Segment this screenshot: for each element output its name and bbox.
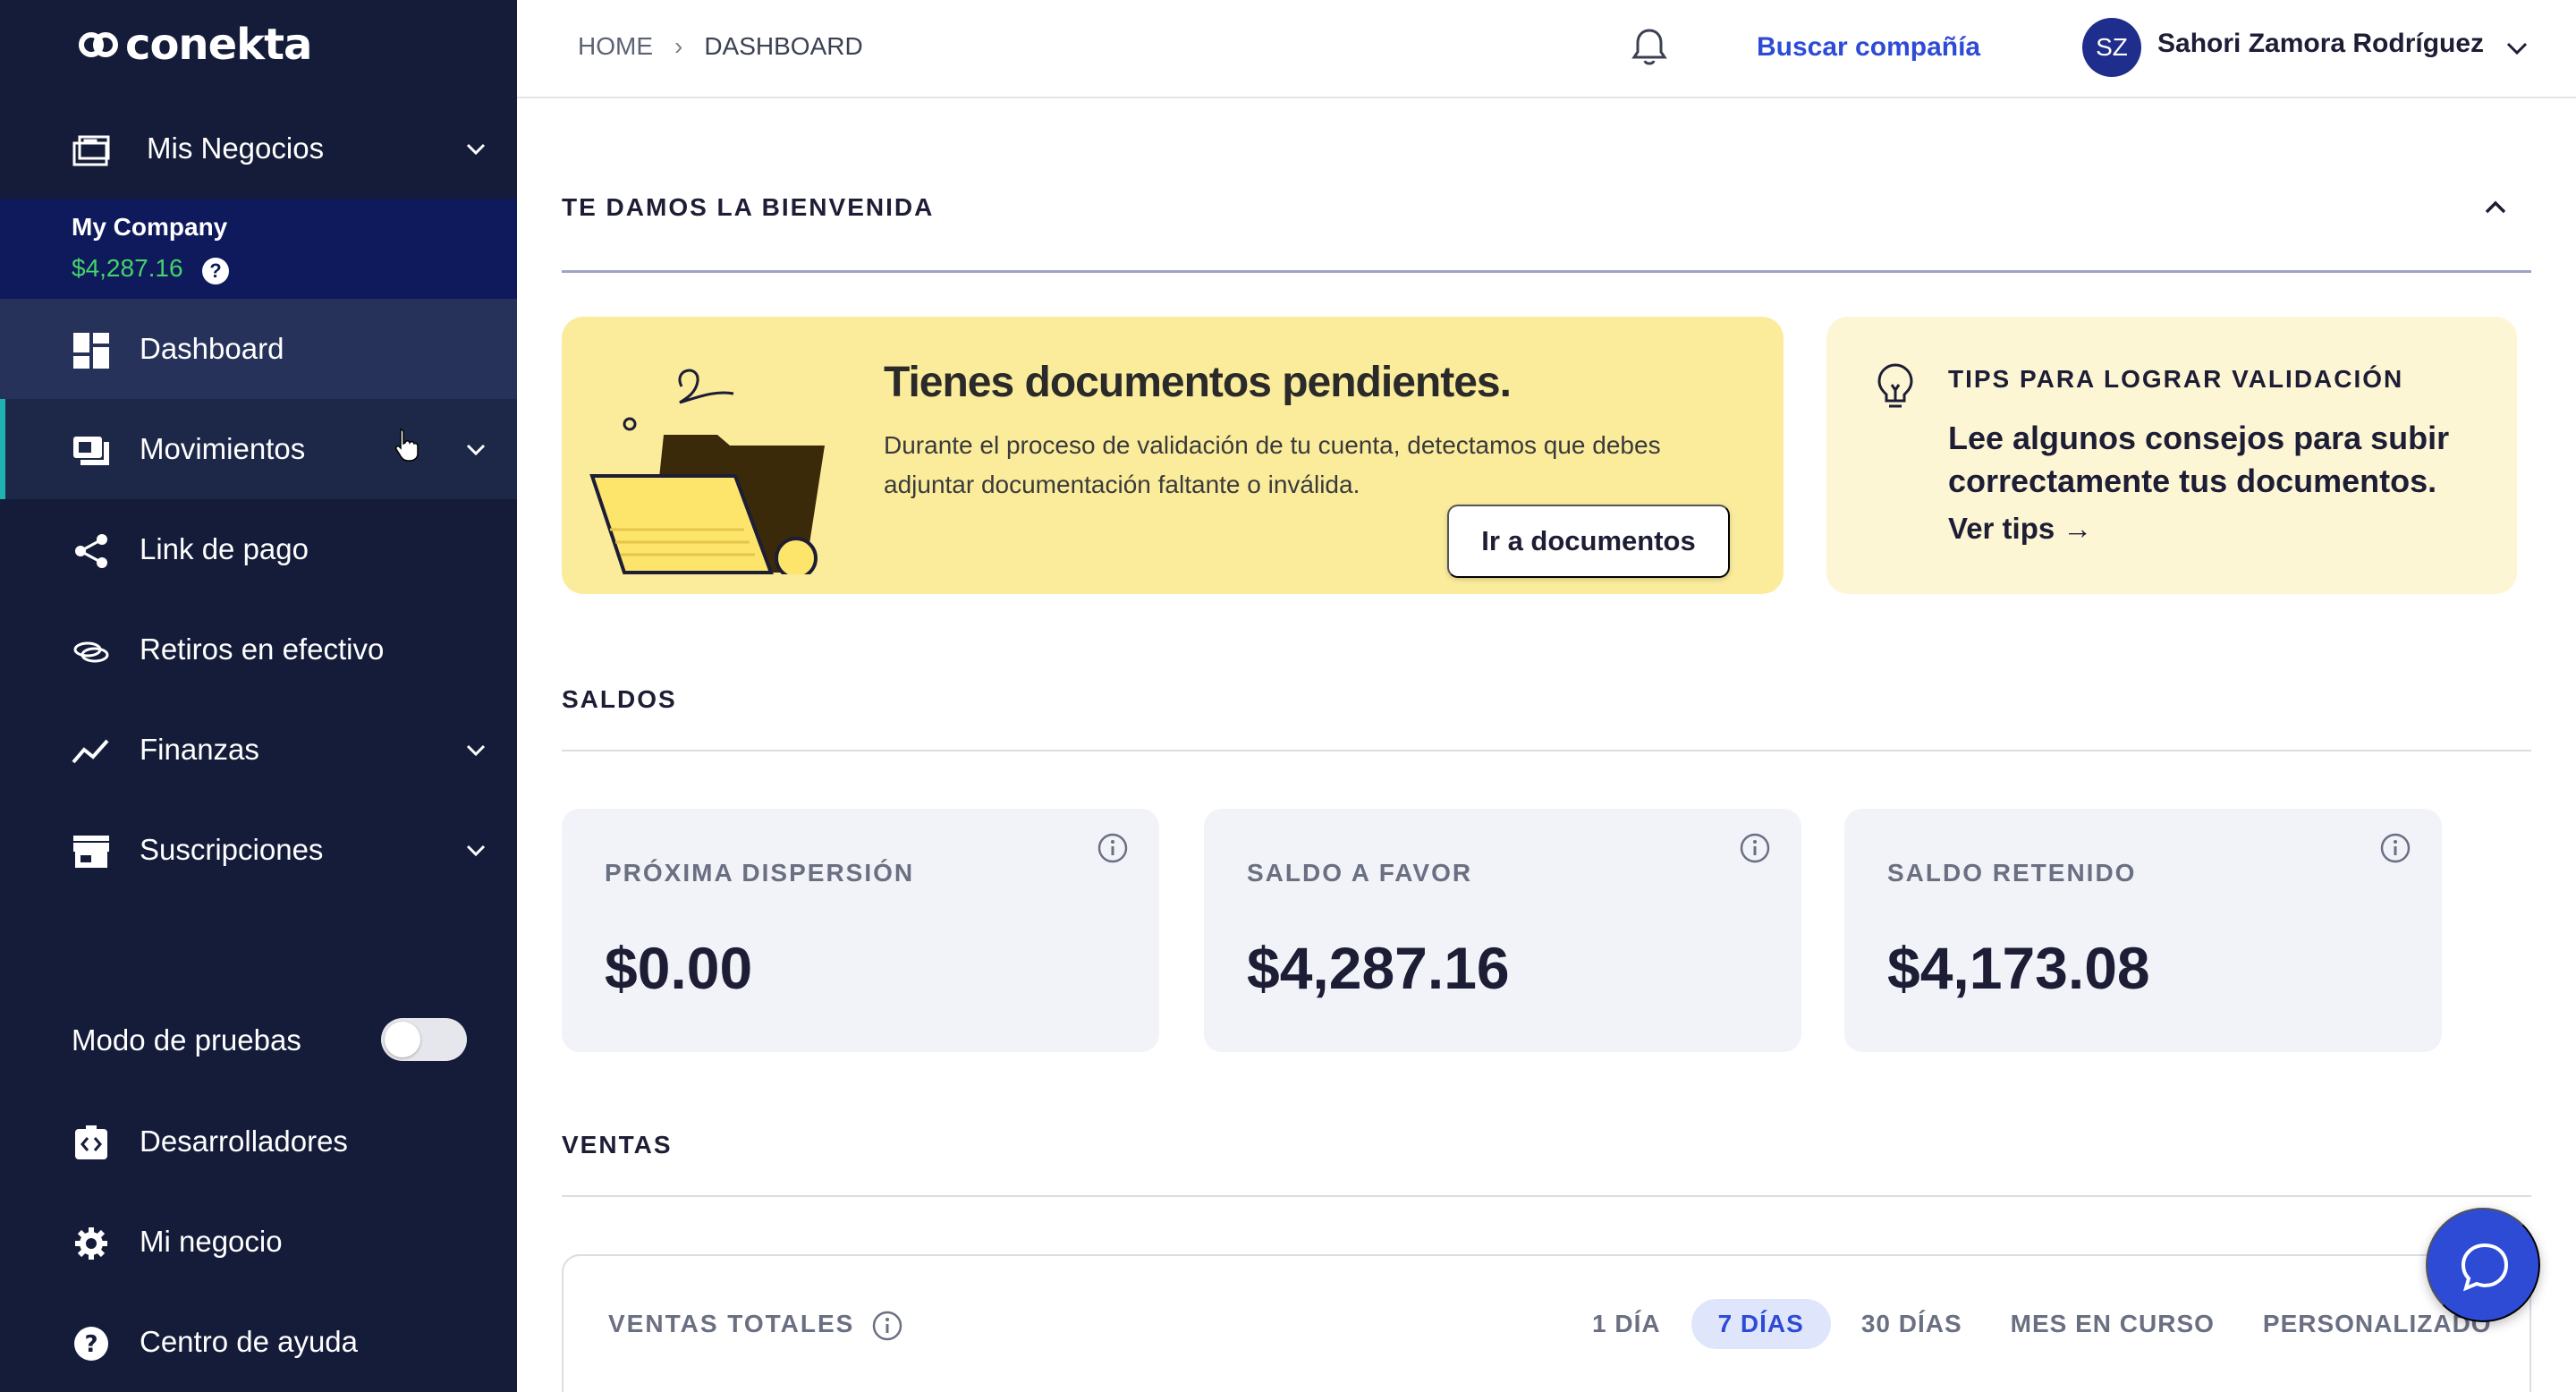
- sidebar-item-label: Centro de ayuda: [140, 1325, 359, 1358]
- chevron-up-icon[interactable]: [2479, 191, 2512, 224]
- movements-icon: [72, 433, 111, 469]
- help-icon[interactable]: ?: [202, 258, 229, 284]
- conekta-logo[interactable]: conekta: [77, 20, 312, 70]
- balance-label: PRÓXIMA DISPERSIÓN: [605, 859, 915, 887]
- balance-card-next-dispersion: PRÓXIMA DISPERSIÓN $0.00: [562, 809, 1159, 1052]
- saldos-divider: [562, 750, 2531, 751]
- sales-total-label: VENTAS TOTALES: [608, 1310, 855, 1337]
- sidebar: conekta Mis Negocios My Company $4,287.1…: [0, 0, 517, 1392]
- info-icon[interactable]: [871, 1310, 903, 1342]
- welcome-section-title: TE DAMOS LA BIENVENIDA: [562, 193, 935, 221]
- balance-card-saldo-a-favor: SALDO A FAVOR $4,287.16: [1204, 809, 1801, 1052]
- hand-cursor-icon: [395, 429, 419, 462]
- svg-text:?: ?: [84, 1331, 97, 1358]
- pending-title: Tienes documentos pendientes.: [884, 359, 1512, 406]
- breadcrumb-current: DASHBOARD: [704, 32, 863, 60]
- search-company-link[interactable]: Buscar compañía: [1757, 32, 1980, 63]
- info-icon[interactable]: [2379, 832, 2411, 864]
- balance-value: $4,287.16: [1247, 935, 1510, 1001]
- test-mode-toggle[interactable]: [381, 1018, 467, 1061]
- ventas-divider: [562, 1195, 2531, 1197]
- toggle-knob: [385, 1022, 420, 1057]
- chevron-down-icon[interactable]: [2501, 32, 2533, 64]
- balance-label: SALDO A FAVOR: [1247, 859, 1473, 887]
- sidebar-item-label: Finanzas: [140, 733, 259, 766]
- sidebar-item-mi-negocio[interactable]: Mi negocio: [0, 1192, 517, 1292]
- brand-name: conekta: [125, 20, 312, 70]
- sidebar-item-label: Retiros en efectivo: [140, 632, 385, 666]
- sidebar-item-label: Movimientos: [140, 432, 306, 465]
- company-balance: $4,287.16: [72, 254, 183, 282]
- dashboard-icon: [72, 333, 111, 369]
- top-bar: HOME › DASHBOARD Buscar compañía SZ Saho…: [517, 0, 2576, 98]
- go-to-documents-button[interactable]: Ir a documentos: [1447, 505, 1730, 578]
- sidebar-item-desarrolladores[interactable]: Desarrolladores: [0, 1091, 517, 1192]
- chevron-down-icon: [466, 444, 486, 456]
- user-name[interactable]: Sahori Zamora Rodríguez: [2157, 29, 2484, 59]
- balance-value: $0.00: [605, 935, 753, 1001]
- balance-value: $4,173.08: [1887, 935, 2150, 1001]
- sidebar-item-finanzas[interactable]: Finanzas: [0, 700, 517, 800]
- share-icon: [72, 533, 111, 569]
- chevron-down-icon: [466, 845, 486, 857]
- lightbulb-icon: [1877, 363, 1913, 408]
- sidebar-item-label: Suscripciones: [140, 833, 324, 866]
- period-30-dias[interactable]: 30 DÍAS: [1843, 1299, 1980, 1349]
- sidebar-item-centro-de-ayuda[interactable]: ? Centro de ayuda: [0, 1292, 517, 1392]
- cash-icon: [72, 633, 111, 669]
- chat-bubble-icon: [2461, 1243, 2509, 1292]
- breadcrumb-home[interactable]: HOME: [578, 32, 653, 61]
- chart-line-icon: [72, 734, 111, 769]
- code-icon: [72, 1125, 111, 1161]
- store-icon: [72, 834, 111, 870]
- period-selector: 1 DÍA 7 DÍAS 30 DÍAS MES EN CURSO PERSON…: [1574, 1299, 2510, 1349]
- sidebar-item-label: Link de pago: [140, 532, 309, 565]
- sidebar-item-retiros[interactable]: Retiros en efectivo: [0, 599, 517, 700]
- info-icon[interactable]: [1739, 832, 1771, 864]
- sidebar-item-dashboard[interactable]: Dashboard: [0, 299, 517, 399]
- chevron-down-icon: [466, 143, 486, 156]
- chat-button[interactable]: [2426, 1208, 2540, 1322]
- balance-card-saldo-retenido: SALDO RETENIDO $4,173.08: [1844, 809, 2442, 1052]
- sidebar-item-label: Desarrolladores: [140, 1125, 348, 1158]
- breadcrumb: HOME › DASHBOARD: [578, 32, 863, 61]
- company-selector[interactable]: My Company $4,287.16 ?: [0, 199, 517, 299]
- gear-icon: [72, 1226, 111, 1261]
- period-7-dias[interactable]: 7 DÍAS: [1690, 1299, 1831, 1349]
- tips-title: TIPS PARA LOGRAR VALIDACIÓN: [1948, 365, 2404, 393]
- period-mes-en-curso[interactable]: MES EN CURSO: [1993, 1299, 2233, 1349]
- sidebar-item-suscripciones[interactable]: Suscripciones: [0, 800, 517, 900]
- avatar[interactable]: SZ: [2082, 18, 2141, 77]
- mis-negocios-menu[interactable]: Mis Negocios: [0, 98, 517, 199]
- chevron-right-icon: ›: [674, 32, 683, 60]
- bell-icon[interactable]: [1628, 25, 1671, 70]
- briefcase-icon: [72, 132, 111, 168]
- company-name: My Company: [72, 213, 228, 241]
- info-icon[interactable]: [1097, 832, 1129, 864]
- saldos-section-title: SALDOS: [562, 685, 677, 713]
- chevron-down-icon: [466, 744, 486, 757]
- sidebar-item-link-de-pago[interactable]: Link de pago: [0, 499, 517, 599]
- view-tips-link[interactable]: Ver tips →: [1948, 512, 2092, 546]
- sales-total-panel: VENTAS TOTALES 1 DÍA 7 DÍAS 30 DÍAS MES …: [562, 1254, 2531, 1392]
- balance-label: SALDO RETENIDO: [1887, 859, 2137, 887]
- ventas-section-title: VENTAS: [562, 1131, 673, 1159]
- conekta-logo-icon: [79, 32, 118, 57]
- pending-description: Durante el proceso de validación de tu c…: [884, 431, 1661, 498]
- sidebar-item-label: Mi negocio: [140, 1225, 283, 1258]
- folder-illustration-icon: [589, 369, 825, 574]
- welcome-divider: [562, 270, 2531, 273]
- sidebar-item-movimientos[interactable]: Movimientos: [0, 399, 517, 499]
- sidebar-item-label: Dashboard: [140, 332, 284, 365]
- mis-negocios-label: Mis Negocios: [147, 132, 325, 165]
- test-mode-label: Modo de pruebas: [72, 1023, 301, 1057]
- help-circle-icon: ?: [72, 1326, 111, 1362]
- pending-documents-card: Tienes documentos pendientes. Durante el…: [562, 317, 1784, 594]
- validation-tips-card: TIPS PARA LOGRAR VALIDACIÓN Lee algunos …: [1826, 317, 2517, 594]
- tips-description: Lee algunos consejos para subir correcta…: [1948, 420, 2450, 499]
- period-1-dia[interactable]: 1 DÍA: [1574, 1299, 1679, 1349]
